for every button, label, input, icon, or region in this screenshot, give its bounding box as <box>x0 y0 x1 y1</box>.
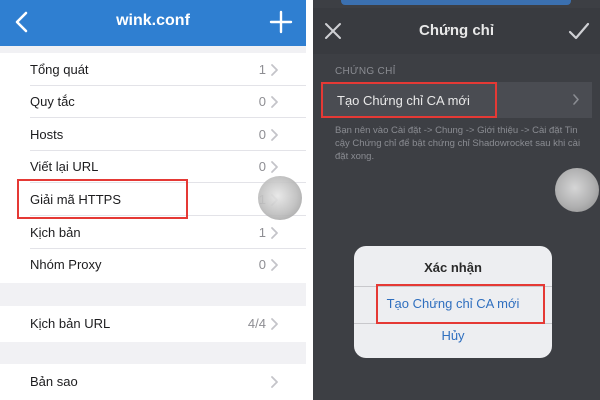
row-value: 0 <box>258 159 266 174</box>
chevron-right-icon <box>271 129 278 141</box>
chevron-right-icon <box>271 376 278 388</box>
plus-icon[interactable] <box>268 9 294 35</box>
row-label: Kịch bản <box>30 225 81 240</box>
underlying-sheet-strip <box>341 0 571 5</box>
chevron-right-icon <box>271 227 278 239</box>
row-label: Quy tắc <box>30 94 75 109</box>
panel-divider <box>306 0 313 400</box>
assistive-touch-button[interactable] <box>555 168 599 212</box>
chevron-right-icon <box>271 96 278 108</box>
row-value: 0 <box>258 257 266 272</box>
chevron-right-icon <box>271 259 278 271</box>
row-rules[interactable]: Quy tắc 0 <box>0 86 306 118</box>
highlight-box-create-cert <box>321 82 497 118</box>
chevron-right-icon <box>573 94 579 105</box>
screenshot-stage: wink.conf Tổng quát 1 Quy tắc 0 Hosts 0 … <box>0 0 600 400</box>
row-value: 1 <box>258 62 266 77</box>
highlight-box-https <box>17 179 188 219</box>
page-title: Chứng chỉ <box>418 22 495 39</box>
row-scripts[interactable]: Kịch bản 1 <box>0 217 306 249</box>
nav-bar: Chứng chỉ <box>313 8 600 54</box>
settings-group: Tổng quát 1 Quy tắc 0 Hosts 0 Viết lại U… <box>0 53 306 283</box>
script-url-group: Kịch bản URL 4/4 <box>0 306 306 342</box>
row-backup[interactable]: Bản sao <box>0 366 306 398</box>
row-label: Nhóm Proxy <box>30 257 102 272</box>
nav-bar: wink.conf <box>0 0 306 46</box>
backup-group: Bản sao <box>0 364 306 400</box>
row-label: Kịch bản URL <box>30 316 111 331</box>
row-value: 1 <box>258 225 266 240</box>
config-screen: wink.conf Tổng quát 1 Quy tắc 0 Hosts 0 … <box>0 0 306 400</box>
highlight-box-dialog-button <box>376 284 545 324</box>
chevron-right-icon <box>271 161 278 173</box>
row-proxy-group[interactable]: Nhóm Proxy 0 <box>0 249 306 281</box>
row-hosts[interactable]: Hosts 0 <box>0 119 306 151</box>
row-value: 4/4 <box>247 316 266 331</box>
row-label: Bản sao <box>30 374 78 389</box>
page-title: wink.conf <box>116 12 190 29</box>
row-separator <box>30 117 306 118</box>
cancel-button[interactable]: Hủy <box>354 328 552 343</box>
chevron-right-icon <box>271 318 278 330</box>
checkmark-icon[interactable] <box>568 21 590 41</box>
row-value: 0 <box>258 94 266 109</box>
row-label: Tổng quát <box>30 62 89 77</box>
help-text: Bạn nên vào Cài đặt -> Chung -> Giới thi… <box>335 125 581 162</box>
row-value: 0 <box>258 127 266 142</box>
row-label: Viết lại URL <box>30 159 99 174</box>
row-general[interactable]: Tổng quát 1 <box>0 54 306 86</box>
dialog-title: Xác nhận <box>424 260 482 275</box>
section-header: CHỨNG CHỈ <box>335 66 396 77</box>
chevron-right-icon <box>271 64 278 76</box>
certificate-screen: Chứng chỉ CHỨNG CHỈ Tạo Chứng chỉ CA mới… <box>313 0 600 400</box>
assistive-touch-button[interactable] <box>258 176 302 220</box>
row-script-url[interactable]: Kịch bản URL 4/4 <box>0 308 306 340</box>
row-label: Hosts <box>30 127 64 142</box>
